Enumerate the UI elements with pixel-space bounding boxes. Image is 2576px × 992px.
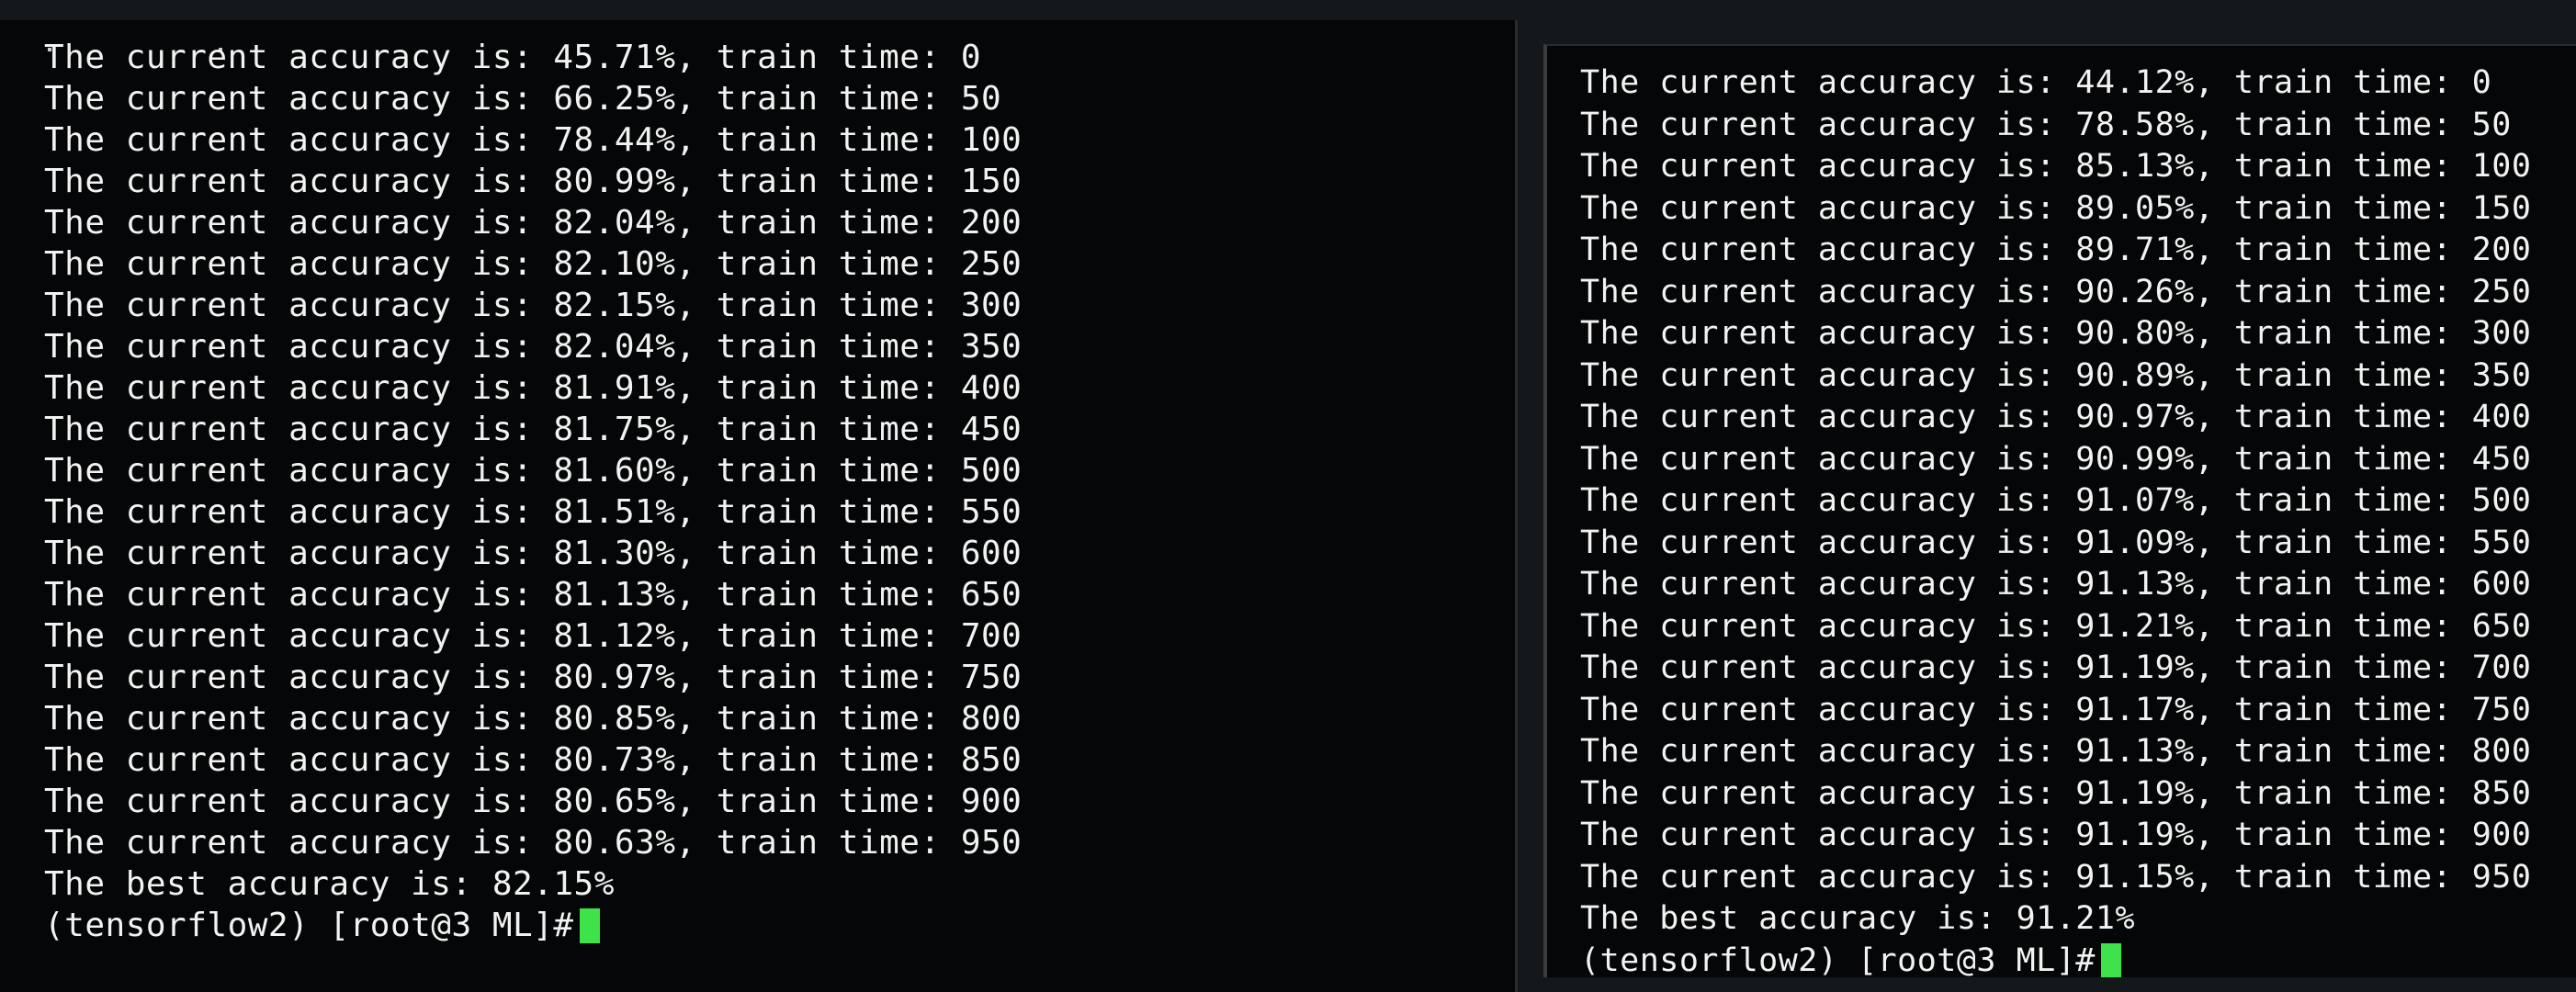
terminal-cursor bbox=[579, 908, 600, 943]
output-line: The current accuracy is: 89.05%, train t… bbox=[1580, 189, 2532, 227]
output-line: The current accuracy is: 90.99%, train t… bbox=[1580, 440, 2532, 478]
output-line: The current accuracy is: 89.71%, train t… bbox=[1580, 231, 2532, 268]
terminal-cursor bbox=[2100, 942, 2121, 977]
output-line: The current accuracy is: 91.07%, train t… bbox=[1580, 482, 2532, 519]
output-line: The current accuracy is: 81.12%, train t… bbox=[44, 617, 1022, 655]
terminal-right-output: The current accuracy is: 44.12%, train t… bbox=[1580, 62, 2531, 977]
output-line: The current accuracy is: 81.51%, train t… bbox=[44, 493, 1022, 531]
output-line: The current accuracy is: 81.30%, train t… bbox=[44, 535, 1022, 572]
output-line: The current accuracy is: 91.09%, train t… bbox=[1580, 524, 2532, 561]
output-line: The current accuracy is: 81.91%, train t… bbox=[44, 369, 1022, 407]
output-line: The current accuracy is: 91.17%, train t… bbox=[1580, 691, 2532, 728]
output-line: The current accuracy is: 80.99%, train t… bbox=[44, 163, 1022, 200]
output-line: The current accuracy is: 80.73%, train t… bbox=[44, 741, 1022, 779]
output-line: The current accuracy is: 90.97%, train t… bbox=[1580, 399, 2532, 435]
output-line: The current accuracy is: 91.19%, train t… bbox=[1580, 774, 2532, 812]
output-line: The current accuracy is: 81.75%, train t… bbox=[44, 411, 1022, 448]
output-line: The current accuracy is: 85.13%, train t… bbox=[1580, 148, 2532, 185]
terminal-left[interactable]: The current accuracy is: 45.71%, train t… bbox=[0, 20, 1518, 992]
output-line: The current accuracy is: 82.15%, train t… bbox=[44, 287, 1022, 324]
shell-prompt: (tensorflow2) [root@3 ML]# bbox=[44, 907, 574, 944]
output-line: The current accuracy is: 90.89%, train t… bbox=[1580, 356, 2532, 394]
output-line: The current accuracy is: 80.63%, train t… bbox=[44, 824, 1022, 862]
output-line: The current accuracy is: 44.12%, train t… bbox=[1580, 64, 2492, 101]
output-line: The current accuracy is: 81.60%, train t… bbox=[44, 452, 1022, 490]
output-line: The current accuracy is: 81.13%, train t… bbox=[44, 576, 1022, 614]
shell-prompt-line[interactable]: (tensorflow2) [root@3 ML]# bbox=[1580, 941, 2531, 978]
terminal-left-output: The current accuracy is: 45.71%, train t… bbox=[44, 37, 1022, 946]
output-line: The current accuracy is: 78.44%, train t… bbox=[44, 121, 1022, 159]
output-line: The current accuracy is: 66.25%, train t… bbox=[44, 80, 1002, 118]
output-line: The current accuracy is: 91.19%, train t… bbox=[1580, 817, 2532, 853]
output-line: The current accuracy is: 91.21%, train t… bbox=[1580, 607, 2532, 645]
shell-prompt: (tensorflow2) [root@3 ML]# bbox=[1580, 941, 2096, 978]
output-line: The current accuracy is: 82.04%, train t… bbox=[44, 204, 1022, 242]
output-line: The current accuracy is: 82.10%, train t… bbox=[44, 245, 1022, 283]
output-line: The current accuracy is: 80.97%, train t… bbox=[44, 659, 1022, 696]
output-line: The current accuracy is: 91.19%, train t… bbox=[1580, 649, 2532, 686]
output-line: The current accuracy is: 90.26%, train t… bbox=[1580, 273, 2532, 310]
best-accuracy-line: The best accuracy is: 82.15% bbox=[44, 865, 615, 903]
shell-prompt-line[interactable]: (tensorflow2) [root@3 ML]# bbox=[44, 905, 1022, 946]
output-line: The current accuracy is: 91.13%, train t… bbox=[1580, 566, 2532, 603]
output-line: The current accuracy is: 90.80%, train t… bbox=[1580, 315, 2532, 352]
output-line: The current accuracy is: 80.65%, train t… bbox=[44, 783, 1022, 820]
output-line: The current accuracy is: 91.15%, train t… bbox=[1580, 858, 2532, 896]
best-accuracy-line: The best accuracy is: 91.21% bbox=[1580, 900, 2136, 937]
output-line: The current accuracy is: 78.58%, train t… bbox=[1580, 106, 2512, 143]
output-line: The current accuracy is: 45.71%, train t… bbox=[44, 39, 981, 76]
output-line: The current accuracy is: 82.04%, train t… bbox=[44, 328, 1022, 366]
terminal-right[interactable]: The current accuracy is: 44.12%, train t… bbox=[1543, 44, 2576, 977]
output-line: The current accuracy is: 91.13%, train t… bbox=[1580, 733, 2532, 770]
output-line: The current accuracy is: 80.85%, train t… bbox=[44, 700, 1022, 738]
screen: The current accuracy is: 45.71%, train t… bbox=[0, 0, 2576, 992]
